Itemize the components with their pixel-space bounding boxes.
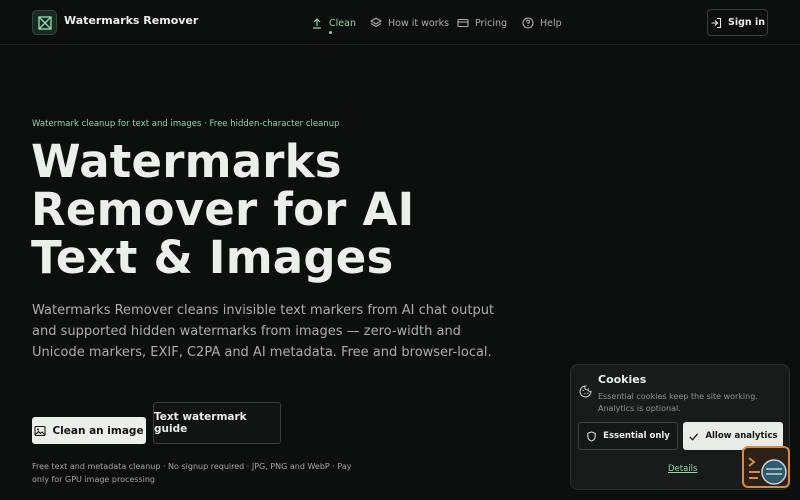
nav-item-label: How it works bbox=[388, 17, 450, 29]
shield-icon bbox=[587, 430, 596, 442]
hero-eyebrow: Watermark cleanup for text and images · … bbox=[32, 119, 340, 129]
allow-analytics-label: Allow analytics bbox=[705, 431, 778, 441]
sign-in-button[interactable]: Sign in bbox=[707, 9, 768, 36]
top-navigation-bar: Watermarks Remover Clean How it works Pr… bbox=[0, 0, 800, 45]
essential-only-label: Essential only bbox=[603, 431, 670, 441]
layers-icon bbox=[370, 17, 382, 28]
hero-title-line: Text & Images bbox=[31, 231, 394, 284]
clean-image-button[interactable]: Clean an image bbox=[32, 417, 146, 444]
cookie-title: Cookies bbox=[598, 373, 647, 386]
card-icon bbox=[457, 18, 469, 28]
upload-icon bbox=[313, 18, 321, 29]
hero-description: Watermarks Remover cleans invisible text… bbox=[32, 303, 495, 360]
hero-title-line: Watermarks bbox=[31, 135, 342, 188]
hero-title-line: Remover for AI bbox=[31, 183, 415, 236]
nav-item-help[interactable]: Help bbox=[522, 14, 562, 32]
hero-title: Watermarks Remover for AI Text & Images bbox=[31, 138, 471, 282]
sign-in-icon bbox=[711, 17, 722, 28]
cookie-description: Essential cookies keep the site working.… bbox=[598, 392, 758, 413]
clean-image-label: Clean an image bbox=[52, 424, 144, 437]
image-icon bbox=[34, 425, 46, 436]
chat-widget-icon bbox=[748, 457, 787, 485]
cookie-details-link[interactable]: Details bbox=[668, 464, 697, 474]
hero-footnote: Free text and metadata cleanup · No sign… bbox=[32, 462, 352, 484]
help-icon bbox=[522, 17, 534, 29]
sign-in-label: Sign in bbox=[728, 17, 765, 28]
brand-name[interactable]: Watermarks Remover bbox=[64, 14, 198, 27]
nav-item-how-it-works[interactable]: How it works bbox=[370, 14, 449, 32]
nav-item-clean[interactable]: Clean bbox=[311, 14, 356, 32]
active-indicator bbox=[329, 31, 332, 34]
logo-icon[interactable] bbox=[32, 10, 57, 35]
floating-assistant-widget[interactable] bbox=[742, 446, 790, 488]
text-watermark-guide-button[interactable]: Text watermark guide bbox=[153, 402, 281, 444]
nav-item-label: Help bbox=[540, 17, 562, 29]
check-icon bbox=[689, 432, 699, 441]
nav-item-label: Pricing bbox=[475, 17, 508, 29]
nav-item-pricing[interactable]: Pricing bbox=[457, 14, 507, 32]
nav-item-label: Clean bbox=[329, 17, 356, 29]
essential-only-button[interactable]: Essential only bbox=[578, 422, 678, 450]
cookie-icon bbox=[579, 385, 592, 398]
